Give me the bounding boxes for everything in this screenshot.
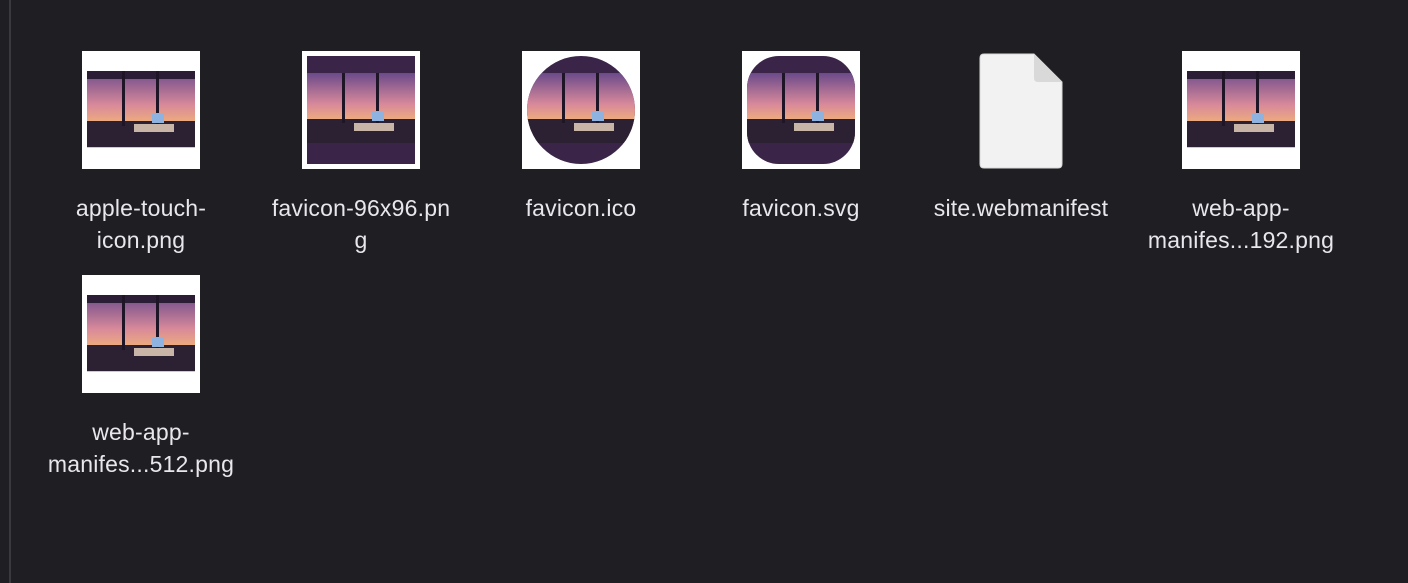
- image-thumbnail-icon: [81, 50, 201, 170]
- image-thumbnail-icon: [741, 50, 861, 170]
- file-site-webmanifest[interactable]: site.webmanifest: [911, 50, 1131, 224]
- image-thumbnail-icon: [81, 274, 201, 394]
- file-web-app-manifest-192[interactable]: web-app- manifes...192.png: [1131, 50, 1351, 256]
- file-name: apple-touch- icon.png: [75, 195, 207, 253]
- file-name: site.webmanifest: [933, 195, 1109, 221]
- file-apple-touch-icon[interactable]: apple-touch- icon.png: [31, 50, 251, 256]
- file-name: web-app- manifes...512.png: [47, 419, 235, 477]
- file-favicon-ico[interactable]: favicon.ico: [471, 50, 691, 224]
- sidebar-divider[interactable]: [0, 0, 11, 583]
- document-icon: [961, 50, 1081, 170]
- file-name: favicon.ico: [525, 195, 637, 221]
- file-favicon-svg[interactable]: favicon.svg: [691, 50, 911, 224]
- image-thumbnail-icon: [1181, 50, 1301, 170]
- file-name: favicon-96x96.pn g: [271, 195, 451, 253]
- file-favicon-96x96[interactable]: favicon-96x96.pn g: [251, 50, 471, 256]
- file-name: favicon.svg: [742, 195, 860, 221]
- file-name: web-app- manifes...192.png: [1147, 195, 1335, 253]
- image-thumbnail-icon: [301, 50, 421, 170]
- image-thumbnail-icon: [521, 50, 641, 170]
- file-web-app-manifest-512[interactable]: web-app- manifes...512.png: [31, 274, 251, 480]
- finder-icon-view: apple-touch- icon.png favicon-96x96.pn g: [0, 0, 1408, 583]
